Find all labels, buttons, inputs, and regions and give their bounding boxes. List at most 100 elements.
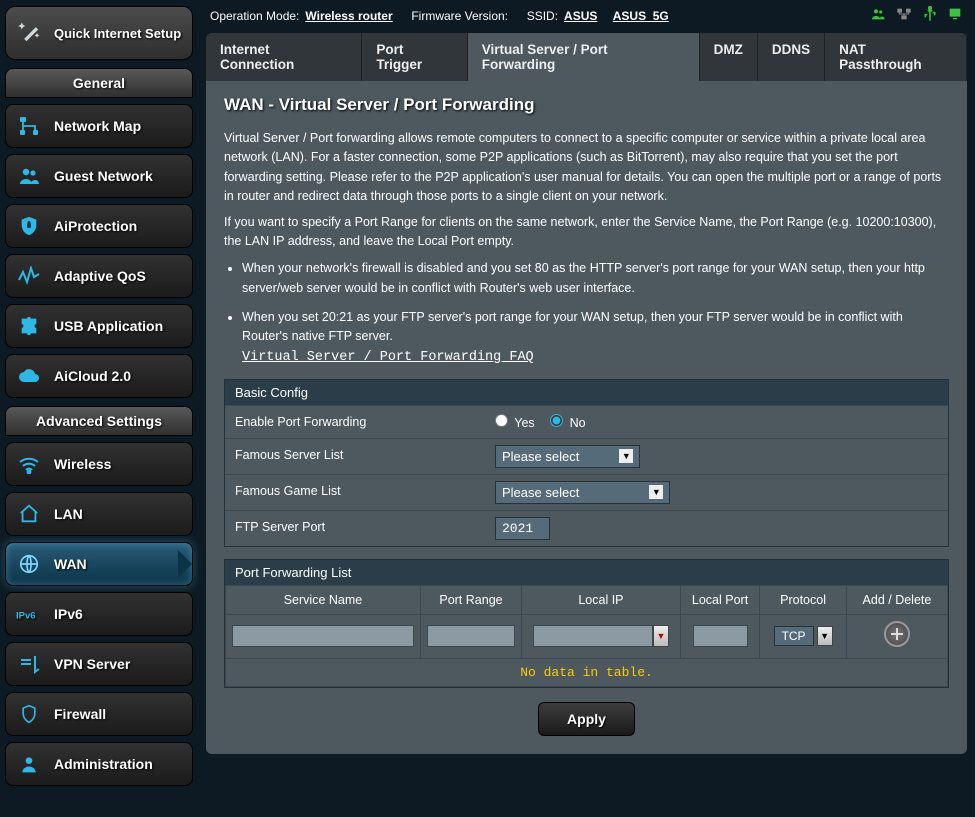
wan-tabs: Internet Connection Port Trigger Virtual… xyxy=(206,33,967,81)
table-input-row: ▼ TCP▼ xyxy=(226,614,948,658)
ssid-link-1[interactable]: ASUS xyxy=(564,9,597,23)
sidebar-item-label: Firewall xyxy=(54,706,106,722)
sidebar-item-ipv6[interactable]: IPv6 IPv6 xyxy=(5,592,193,636)
sidebar-item-lan[interactable]: LAN xyxy=(5,492,193,536)
chevron-down-icon: ▼ xyxy=(649,485,663,499)
vpn-icon xyxy=(16,651,42,677)
local-ip-input[interactable] xyxy=(533,625,653,647)
sidebar-item-label: WAN xyxy=(54,556,87,572)
home-icon xyxy=(16,501,42,527)
shield-icon xyxy=(16,213,42,239)
top-status-bar: Operation Mode: Wireless router Firmware… xyxy=(206,4,967,33)
col-local-port: Local Port xyxy=(680,585,759,614)
sidebar-item-firewall[interactable]: Firewall xyxy=(5,692,193,736)
usb-status-icon[interactable] xyxy=(921,6,939,25)
col-service-name: Service Name xyxy=(226,585,421,614)
sidebar-item-label: IPv6 xyxy=(54,606,83,622)
admin-icon xyxy=(16,751,42,777)
guest-network-icon xyxy=(16,163,42,189)
port-forwarding-list-header: Port Forwarding List xyxy=(225,560,948,585)
cloud-icon xyxy=(16,363,42,389)
ssid-link-2[interactable]: ASUS_5G xyxy=(613,9,669,23)
col-port-range: Port Range xyxy=(420,585,521,614)
section-header-general: General xyxy=(5,68,193,98)
tab-nat-passthrough[interactable]: NAT Passthrough xyxy=(825,33,967,81)
quick-internet-setup-label: Quick Internet Setup xyxy=(54,26,181,41)
local-port-input[interactable] xyxy=(693,625,748,647)
apply-button[interactable]: Apply xyxy=(538,702,635,736)
faq-link[interactable]: Virtual Server / Port Forwarding FAQ xyxy=(242,350,534,365)
sidebar-item-label: AiProtection xyxy=(54,218,137,234)
sidebar-item-label: Adaptive QoS xyxy=(54,268,146,284)
tab-internet-connection[interactable]: Internet Connection xyxy=(206,33,362,81)
chevron-down-icon[interactable]: ▼ xyxy=(653,625,669,647)
description-para-2: If you want to specify a Port Range for … xyxy=(224,213,949,252)
ftp-server-port-input[interactable] xyxy=(495,517,550,540)
enable-yes-radio[interactable]: Yes xyxy=(495,414,535,430)
sidebar-item-label: Administration xyxy=(54,756,153,772)
tab-virtual-server[interactable]: Virtual Server / Port Forwarding xyxy=(468,33,700,81)
operation-mode-link[interactable]: Wireless router xyxy=(305,9,392,23)
famous-server-list-label: Famous Server List xyxy=(225,439,485,474)
col-protocol: Protocol xyxy=(760,585,847,614)
table-header-row: Service Name Port Range Local IP Local P… xyxy=(226,585,948,614)
wifi-icon xyxy=(16,451,42,477)
port-range-input[interactable] xyxy=(427,625,515,647)
tab-port-trigger[interactable]: Port Trigger xyxy=(362,33,467,81)
clients-icon[interactable] xyxy=(869,6,887,25)
chevron-down-icon: ▼ xyxy=(619,449,633,463)
sidebar-item-administration[interactable]: Administration xyxy=(5,742,193,786)
sidebar-item-label: Guest Network xyxy=(54,168,153,184)
ssid-label: SSID: xyxy=(527,9,558,23)
ftp-server-port-label: FTP Server Port xyxy=(225,511,485,546)
section-header-advanced: Advanced Settings xyxy=(5,406,193,436)
sidebar: Quick Internet Setup General Network Map… xyxy=(0,0,198,786)
sidebar-item-adaptive-qos[interactable]: Adaptive QoS xyxy=(5,254,193,298)
tab-dmz[interactable]: DMZ xyxy=(700,33,758,81)
description-text: Virtual Server / Port forwarding allows … xyxy=(224,129,949,251)
svg-text:IPv6: IPv6 xyxy=(16,610,36,621)
port-forwarding-list-section: Port Forwarding List Service Name Port R… xyxy=(224,559,949,688)
sidebar-item-label: VPN Server xyxy=(54,656,130,672)
sidebar-item-label: USB Application xyxy=(54,318,163,334)
famous-game-list-select[interactable]: Please select▼ xyxy=(495,481,670,504)
sidebar-item-guest-network[interactable]: Guest Network xyxy=(5,154,193,198)
service-name-input[interactable] xyxy=(232,625,414,647)
sidebar-item-label: Wireless xyxy=(54,456,111,472)
network-map-icon xyxy=(16,113,42,139)
sidebar-item-label: LAN xyxy=(54,506,83,522)
sidebar-item-network-map[interactable]: Network Map xyxy=(5,104,193,148)
protocol-select[interactable]: TCP▼ xyxy=(774,626,833,646)
operation-mode-label: Operation Mode: xyxy=(210,9,299,23)
tab-ddns[interactable]: DDNS xyxy=(758,33,825,81)
sidebar-item-wan[interactable]: WAN xyxy=(5,542,193,586)
qos-icon xyxy=(16,263,42,289)
main-content: Operation Mode: Wireless router Firmware… xyxy=(198,0,975,786)
famous-game-list-label: Famous Game List xyxy=(225,475,485,510)
content-panel: WAN - Virtual Server / Port Forwarding V… xyxy=(206,81,967,754)
firewall-icon xyxy=(16,701,42,727)
enable-no-radio[interactable]: No xyxy=(550,414,585,430)
basic-config-section: Basic Config Enable Port Forwarding Yes … xyxy=(224,379,949,547)
chevron-down-icon: ▼ xyxy=(817,626,833,646)
col-add-delete: Add / Delete xyxy=(846,585,947,614)
sidebar-item-usb-application[interactable]: USB Application xyxy=(5,304,193,348)
ipv6-icon: IPv6 xyxy=(16,601,42,627)
no-data-message: No data in table. xyxy=(226,658,948,686)
globe-icon xyxy=(16,551,42,577)
famous-server-list-select[interactable]: Please select▼ xyxy=(495,445,640,468)
page-title: WAN - Virtual Server / Port Forwarding xyxy=(224,95,949,115)
warning-list: When your network's firewall is disabled… xyxy=(224,259,949,368)
enable-port-forwarding-label: Enable Port Forwarding xyxy=(225,406,485,438)
puzzle-icon xyxy=(16,313,42,339)
internet-status-icon[interactable] xyxy=(947,6,963,25)
warning-item-1: When your network's firewall is disabled… xyxy=(242,259,949,298)
add-row-button[interactable] xyxy=(884,621,910,647)
magic-wand-icon xyxy=(16,19,44,47)
sidebar-item-aicloud[interactable]: AiCloud 2.0 xyxy=(5,354,193,398)
network-status-icon[interactable] xyxy=(895,6,913,25)
sidebar-item-aiprotection[interactable]: AiProtection xyxy=(5,204,193,248)
sidebar-item-vpn-server[interactable]: VPN Server xyxy=(5,642,193,686)
sidebar-item-wireless[interactable]: Wireless xyxy=(5,442,193,486)
quick-internet-setup-button[interactable]: Quick Internet Setup xyxy=(5,6,193,60)
